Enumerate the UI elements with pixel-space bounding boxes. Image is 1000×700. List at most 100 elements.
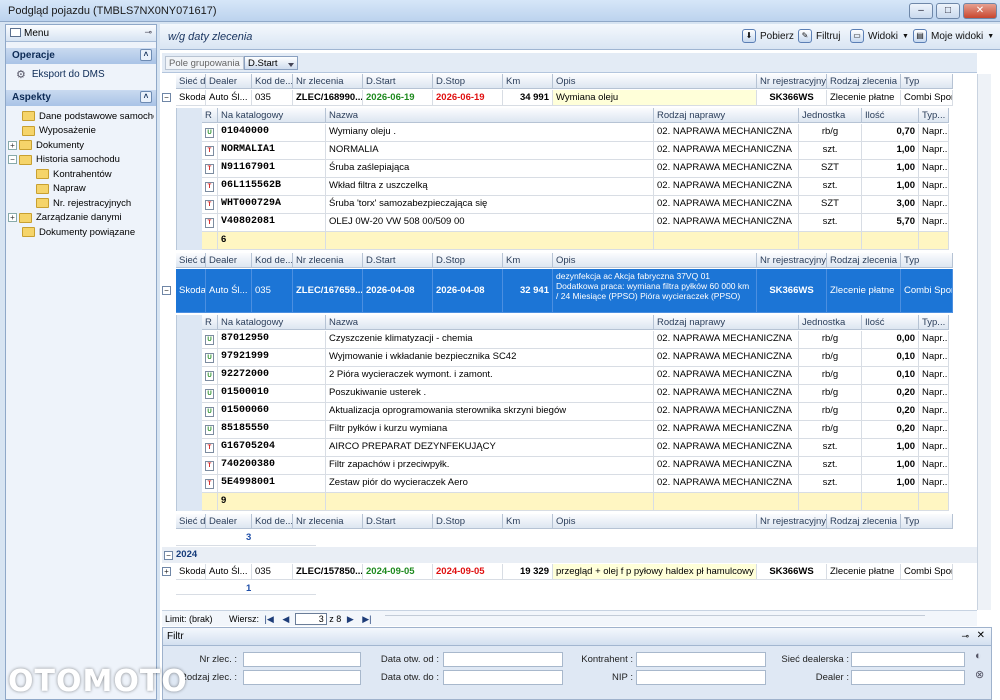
column-header[interactable]: Typ... <box>919 108 949 123</box>
tree-item[interactable]: + Zarządzanie danymi <box>8 211 154 226</box>
column-header[interactable]: Nazwa <box>326 108 654 123</box>
rodzaj-zlec-input[interactable] <box>243 670 361 685</box>
tree-item[interactable]: Wyposażenie <box>8 124 154 139</box>
column-header[interactable]: Na katalogowy <box>218 108 326 123</box>
group-row-2024[interactable]: −2024 <box>162 547 977 563</box>
column-header[interactable]: Typ <box>901 514 953 529</box>
column-header[interactable]: D.Start <box>363 253 433 268</box>
eksport-dms-item[interactable]: ⚙ Eksport do DMS <box>6 64 156 85</box>
group-chip-dstart[interactable]: D.Start <box>244 56 298 70</box>
maximize-button[interactable]: □ <box>936 3 960 19</box>
column-header[interactable]: D.Start <box>363 514 433 529</box>
filtruj-button[interactable]: ✎ Filtruj <box>798 29 840 43</box>
column-header[interactable]: Na katalogowy <box>218 315 326 330</box>
part-row[interactable]: U 01040000 Wymiany oleju . 02. NAPRAWA MECH… <box>202 124 949 142</box>
column-header[interactable]: Typ... <box>919 315 949 330</box>
column-header[interactable]: Opis <box>553 514 757 529</box>
part-row[interactable]: T WHT000729A Śruba 'torx' samozabezpieczaj… <box>202 196 949 214</box>
data-do-input[interactable] <box>443 670 563 685</box>
tree-item[interactable]: Dokumenty powiązane <box>8 225 154 240</box>
close-icon[interactable]: ✕ <box>977 630 985 641</box>
section-operacje[interactable]: Operacje ˄ <box>6 48 156 64</box>
column-header[interactable]: D.Stop <box>433 74 503 89</box>
pin-icon[interactable]: ⊸ <box>144 27 152 38</box>
column-header[interactable]: Kod de... <box>252 74 293 89</box>
horizontal-scrollbar[interactable] <box>385 615 926 623</box>
tree-item[interactable]: + Dokumenty <box>8 138 154 153</box>
close-button[interactable]: ✕ <box>963 3 997 19</box>
part-row[interactable]: T 5E4998001 Zestaw piór do wycieraczek Aer… <box>202 475 949 493</box>
section-aspekty[interactable]: Aspekty ˄ <box>6 90 156 106</box>
column-header[interactable]: D.Start <box>363 74 433 89</box>
tree-item[interactable]: − Historia samochodu <box>8 153 154 168</box>
next-page-icon[interactable]: ▶ <box>347 614 354 625</box>
data-od-input[interactable] <box>443 652 563 667</box>
tree-item[interactable]: Kontrahentów <box>8 167 154 182</box>
widoki-button[interactable]: ▭ Widoki ▼ <box>850 29 909 43</box>
column-header[interactable]: Nr zlecenia <box>293 74 363 89</box>
column-header[interactable]: Ilość <box>862 315 919 330</box>
column-header[interactable]: Rodzaj naprawy <box>654 315 799 330</box>
pin-icon[interactable]: ⊸ <box>961 631 969 642</box>
column-header[interactable]: D.Stop <box>433 514 503 529</box>
expand-icon[interactable]: + <box>8 213 17 223</box>
part-row[interactable]: T 740200380 Filtr zapachów i przeciwpyłk. 0… <box>202 457 949 475</box>
kontrahent-input[interactable] <box>636 652 766 667</box>
column-header[interactable]: Dealer <box>206 514 252 529</box>
column-header[interactable]: Jednostka <box>799 315 862 330</box>
part-row[interactable]: U 85185550 Filtr pyłków i kurzu wymiana 02.… <box>202 421 949 439</box>
part-row[interactable]: T 06L115562B Wkład filtra z uszczelką 02. N… <box>202 178 949 196</box>
order-row[interactable]: − Skoda Auto Śl... 035 ZLEC/167659... 2026-04… <box>162 269 953 313</box>
part-row[interactable]: U 01500010 Poszukiwanie usterek . 02. NAPRA… <box>202 385 949 403</box>
part-row[interactable]: U 01500060 Aktualizacja oprogramowania ste… <box>202 403 949 421</box>
column-header[interactable]: Rodzaj zlecenia <box>827 74 901 89</box>
column-header[interactable]: Nr rejestracyjny <box>757 74 827 89</box>
tree-item[interactable]: Napraw <box>8 182 154 197</box>
collapse-icon[interactable]: ˄ <box>140 49 152 61</box>
column-header[interactable]: Km <box>503 514 553 529</box>
collapse-icon[interactable]: − <box>164 551 173 560</box>
part-row[interactable]: T NORMALIA1 NORMALIA 02. NAPRAWA MECHANICZN… <box>202 142 949 160</box>
column-header[interactable]: Jednostka <box>799 108 862 123</box>
column-header[interactable]: Dealer <box>206 74 252 89</box>
part-row[interactable]: T V40802081 OLEJ 0W-20 VW 508 00/509 00 02.… <box>202 214 949 232</box>
pobierz-button[interactable]: ⬇ Pobierz <box>742 29 794 43</box>
column-header[interactable]: Opis <box>553 253 757 268</box>
apply-filter-icon[interactable]: ◐ <box>975 650 982 662</box>
order-row[interactable]: + Skoda Auto Śl... 035 ZLEC/157850... 2024-09… <box>162 564 953 580</box>
part-row[interactable]: T N91167901 Śruba zaślepiająca 02. NAPRAWA … <box>202 160 949 178</box>
column-header[interactable]: Sieć deale... <box>176 74 206 89</box>
expand-icon[interactable]: − <box>162 286 171 295</box>
siec-input[interactable] <box>851 652 965 667</box>
clear-filter-icon[interactable]: ⊗ <box>975 668 984 681</box>
column-header[interactable]: Nr zlecenia <box>293 514 363 529</box>
column-header[interactable]: Rodzaj zlecenia <box>827 253 901 268</box>
part-row[interactable]: U 92272000 2 Pióra wycieraczek wymont. i z… <box>202 367 949 385</box>
nip-input[interactable] <box>636 670 766 685</box>
tree-item[interactable]: Nr. rejestracyjnych <box>8 196 154 211</box>
page-input[interactable]: 3 <box>294 613 327 625</box>
column-header[interactable]: Sieć deale... <box>176 253 206 268</box>
column-header[interactable]: Km <box>503 253 553 268</box>
column-header[interactable]: Nr rejestracyjny <box>757 253 827 268</box>
part-row[interactable]: T G16705204 AIRCO PREPARAT DEZYNFEKUJĄCY 02… <box>202 439 949 457</box>
column-header[interactable]: D.Stop <box>433 253 503 268</box>
dealer-input[interactable] <box>851 670 965 685</box>
column-header[interactable]: Ilość <box>862 108 919 123</box>
last-page-icon[interactable]: ▶| <box>362 614 371 625</box>
tree-item[interactable]: Dane podstawowe samochodu <box>8 109 154 124</box>
column-header[interactable]: Dealer <box>206 253 252 268</box>
column-header[interactable]: Kod de... <box>252 514 293 529</box>
column-header[interactable]: Typ <box>901 74 953 89</box>
collapse-icon[interactable]: ˄ <box>140 91 152 103</box>
expand-icon[interactable]: − <box>162 93 171 102</box>
expand-icon[interactable]: − <box>8 155 17 165</box>
column-header[interactable]: Km <box>503 74 553 89</box>
column-header[interactable]: R <box>202 108 218 123</box>
column-header[interactable]: Nr rejestracyjny <box>757 514 827 529</box>
nr-zlec-input[interactable] <box>243 652 361 667</box>
column-header[interactable]: Sieć deale... <box>176 514 206 529</box>
expand-icon[interactable]: + <box>8 140 17 150</box>
column-header[interactable]: Opis <box>553 74 757 89</box>
part-row[interactable]: U 97921999 Wyjmowanie i wkładanie bezpiecz… <box>202 349 949 367</box>
